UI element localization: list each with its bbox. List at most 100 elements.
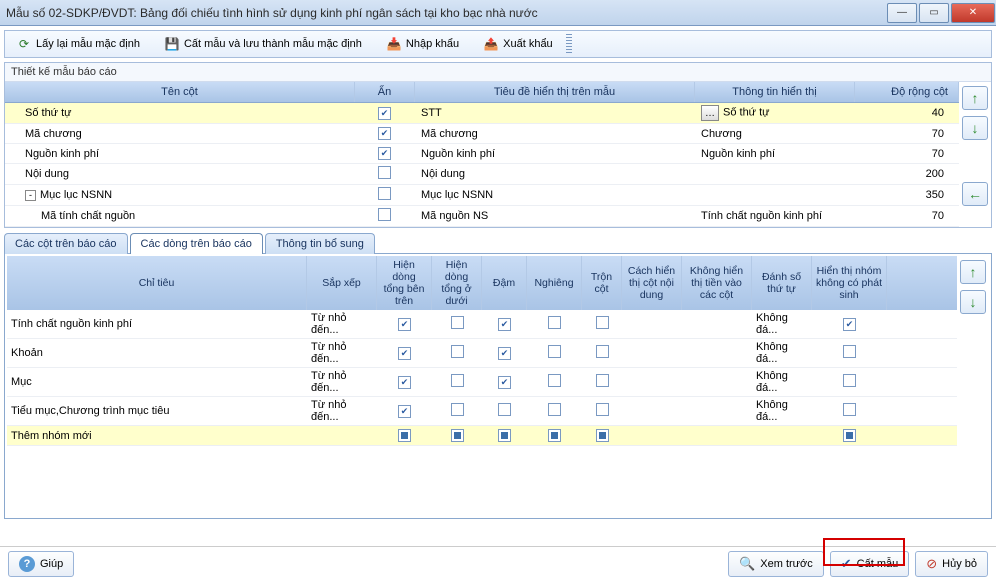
checkbox-unchecked[interactable] xyxy=(451,403,464,416)
row-move-up-button[interactable]: ↑ xyxy=(960,260,986,284)
column-row[interactable]: -Mục lục NSNNMục lục NSNN350 xyxy=(5,185,959,206)
checkbox-checked[interactable]: ✔ xyxy=(498,318,511,331)
column-row[interactable]: Mã chương✔Mã chươngChương70 xyxy=(5,124,959,144)
cell-dam: ✔ xyxy=(482,316,527,333)
cancel-button[interactable]: ⊘ Hủy bỏ xyxy=(915,551,988,577)
minimize-button[interactable]: — xyxy=(887,3,917,23)
checkbox-mixed[interactable] xyxy=(398,429,411,442)
checkbox-unchecked[interactable] xyxy=(498,403,511,416)
cell-name: Mã chương xyxy=(5,126,355,142)
cell-ng xyxy=(527,372,582,392)
save-label: Cất mẫu xyxy=(857,558,899,570)
column-row[interactable]: Nội dungNội dung200 xyxy=(5,164,959,185)
cell-cach xyxy=(622,380,682,384)
tab-rows[interactable]: Các dòng trên báo cáo xyxy=(130,233,263,254)
checkbox-unchecked[interactable] xyxy=(843,374,856,387)
th-ng: Nghiêng xyxy=(527,256,582,310)
move-up-button[interactable]: ↑ xyxy=(962,86,988,110)
col-header-title: Tiêu đề hiển thị trên mẫu xyxy=(415,82,695,102)
cell-width: 40 xyxy=(855,105,959,121)
criteria-row[interactable]: Tiểu mục,Chương trình mục tiêuTừ nhỏ đến… xyxy=(7,397,957,426)
tab-strip: Các cột trên báo cáo Các dòng trên báo c… xyxy=(4,233,992,254)
checkbox-checked[interactable]: ✔ xyxy=(398,405,411,418)
th-ds: Đánh số thứ tự xyxy=(752,256,812,310)
checkbox-checked[interactable]: ✔ xyxy=(378,127,391,140)
checkbox-unchecked[interactable] xyxy=(548,316,561,329)
cell-hide xyxy=(355,206,415,226)
checkbox-checked[interactable]: ✔ xyxy=(398,376,411,389)
checkbox-checked[interactable]: ✔ xyxy=(378,147,391,160)
checkbox-unchecked[interactable] xyxy=(843,345,856,358)
cell-width: 70 xyxy=(855,126,959,142)
checkbox-unchecked[interactable] xyxy=(378,208,391,221)
cell-tron xyxy=(582,343,622,363)
criteria-row[interactable]: Thêm nhóm mới xyxy=(7,426,957,446)
checkbox-checked[interactable]: ✔ xyxy=(498,347,511,360)
help-button[interactable]: ? Giúp xyxy=(8,551,74,577)
checkbox-unchecked[interactable] xyxy=(596,345,609,358)
col-header-info: Thông tin hiển thị xyxy=(695,82,855,102)
cell-ng xyxy=(527,401,582,421)
checkbox-mixed[interactable] xyxy=(498,429,511,442)
maximize-button[interactable]: ▭ xyxy=(919,3,949,23)
cell-cach xyxy=(622,409,682,413)
column-row[interactable]: Mã tính chất nguồnMã nguồn NSTính chất n… xyxy=(5,206,959,227)
checkbox-unchecked[interactable] xyxy=(378,166,391,179)
move-down-button[interactable]: ↓ xyxy=(962,116,988,140)
checkbox-unchecked[interactable] xyxy=(843,403,856,416)
criteria-row[interactable]: KhoảnTừ nhỏ đến...✔✔Không đá... xyxy=(7,339,957,368)
reset-template-button[interactable]: ⟳ Lấy lại mẫu mặc định xyxy=(9,32,147,56)
checkbox-unchecked[interactable] xyxy=(548,345,561,358)
checkbox-unchecked[interactable] xyxy=(596,374,609,387)
cell-chi: Mục xyxy=(7,374,307,390)
cell-cach xyxy=(622,322,682,326)
export-button[interactable]: 📤 Xuất khẩu xyxy=(476,32,560,56)
checkbox-mixed[interactable] xyxy=(451,429,464,442)
import-button[interactable]: 📥 Nhập khẩu xyxy=(379,32,466,56)
checkbox-unchecked[interactable] xyxy=(548,374,561,387)
move-left-button[interactable]: ← xyxy=(962,182,988,206)
column-row[interactable]: Số thứ tự✔STT…Số thứ tự40 xyxy=(5,103,959,124)
checkbox-unchecked[interactable] xyxy=(596,316,609,329)
th-sx: Sắp xếp xyxy=(307,256,377,310)
checkbox-mixed[interactable] xyxy=(843,429,856,442)
check-icon: ✔ xyxy=(841,556,852,572)
th-chi: Chỉ tiêu xyxy=(7,256,307,310)
cell-ds: Không đá... xyxy=(752,368,812,396)
checkbox-unchecked[interactable] xyxy=(451,316,464,329)
import-icon: 📥 xyxy=(386,36,402,52)
th-h2: Hiện dòng tổng ở dưới xyxy=(432,256,482,310)
checkbox-mixed[interactable] xyxy=(596,429,609,442)
criteria-row[interactable]: Tính chất nguồn kinh phíTừ nhỏ đến...✔✔K… xyxy=(7,310,957,339)
tab-extra[interactable]: Thông tin bổ sung xyxy=(265,233,375,254)
cell-tron xyxy=(582,427,622,444)
ellipsis-button[interactable]: … xyxy=(701,105,719,121)
preview-button[interactable]: 🔍 Xem trước xyxy=(728,551,824,577)
criteria-row[interactable]: MụcTừ nhỏ đến... ✔ ✔ Không đá... xyxy=(7,368,957,397)
save-default-button[interactable]: 💾 Cất mẫu và lưu thành mẫu mặc định xyxy=(157,32,369,56)
save-button[interactable]: ✔ Cất mẫu xyxy=(830,551,909,577)
checkbox-unchecked[interactable] xyxy=(596,403,609,416)
cell-title: STT xyxy=(415,105,695,121)
checkbox-checked[interactable]: ✔ xyxy=(398,347,411,360)
cell-hide: ✔ xyxy=(355,125,415,142)
checkbox-unchecked[interactable] xyxy=(451,345,464,358)
cell-sx xyxy=(307,434,377,438)
close-button[interactable]: ✕ xyxy=(951,3,995,23)
tree-toggle[interactable]: - xyxy=(25,190,36,201)
export-icon: 📤 xyxy=(483,36,499,52)
tab-columns[interactable]: Các cột trên báo cáo xyxy=(4,233,128,254)
checkbox-unchecked[interactable] xyxy=(548,403,561,416)
checkbox-unchecked[interactable] xyxy=(378,187,391,200)
cell-sx: Từ nhỏ đến... xyxy=(307,368,377,396)
checkbox-checked[interactable]: ✔ xyxy=(398,318,411,331)
column-row[interactable]: Nguồn kinh phí✔Nguồn kinh phíNguồn kinh … xyxy=(5,144,959,164)
checkbox-unchecked[interactable] xyxy=(451,374,464,387)
toolbar-grip[interactable] xyxy=(566,34,572,54)
row-move-down-button[interactable]: ↓ xyxy=(960,290,986,314)
checkbox-checked[interactable]: ✔ xyxy=(498,376,511,389)
checkbox-checked[interactable]: ✔ xyxy=(378,107,391,120)
checkbox-mixed[interactable] xyxy=(548,429,561,442)
cell-sx: Từ nhỏ đến... xyxy=(307,339,377,367)
checkbox-checked[interactable]: ✔ xyxy=(843,318,856,331)
